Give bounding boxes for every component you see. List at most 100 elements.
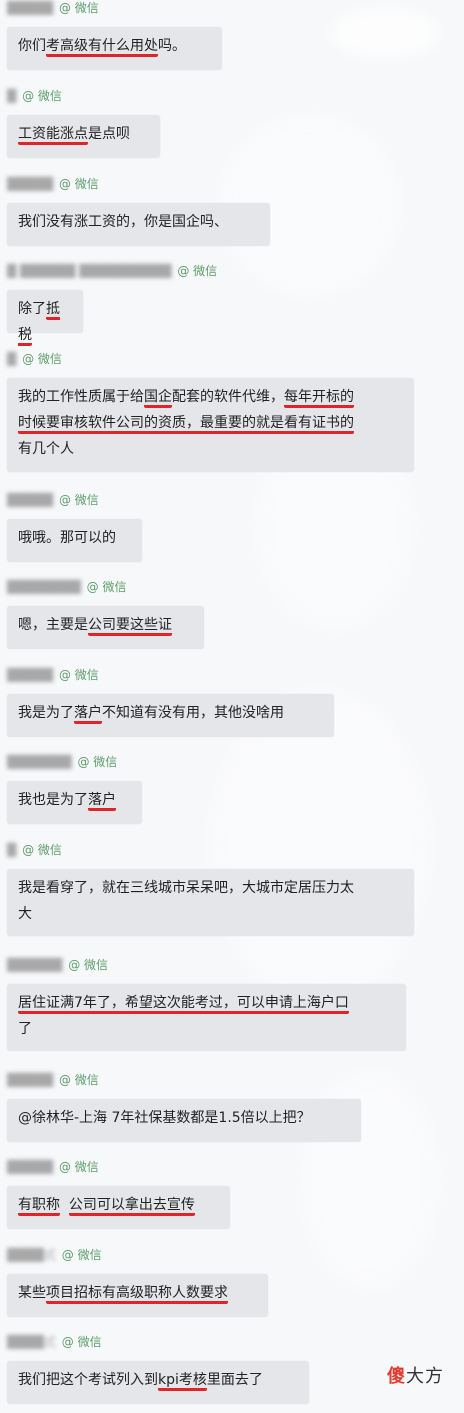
message-bubble: 我们没有涨工资的，你是国企吗、: [7, 203, 270, 246]
sender-name: █: [7, 843, 17, 857]
message-text: 不知道有没有用，其他没啥用: [102, 705, 284, 721]
message-text: 我是为了: [18, 705, 74, 721]
message-text: 是点呗: [88, 126, 130, 142]
message-meta: █ @ 微信: [7, 88, 62, 104]
message-bubble: 我是为了落户不知道有没有用，其他没啥用: [7, 694, 334, 737]
wechat-source-label: @ 微信: [61, 1248, 102, 1262]
message-bubble: 工资能涨点是点呗: [7, 115, 160, 158]
sender-name: █████: [7, 1160, 54, 1174]
message-bubble: 嗯，主要是公司要这些证: [7, 606, 204, 649]
message-meta: █ @ 微信: [7, 351, 62, 367]
sender-name: █████: [7, 493, 54, 507]
wechat-source-label: @ 微信: [58, 1, 99, 15]
message-bubble: 某些项目招标有高级职称人数要求: [7, 1274, 268, 1317]
message-text: 里面去了: [206, 1372, 263, 1388]
message-meta: ████式 @ 微信: [7, 1334, 102, 1350]
wechat-source-label: @ 微信: [68, 958, 109, 972]
message-bubble: 我们把这个考试列入到kpi考核里面去了: [7, 1361, 309, 1404]
message-line: 时候要审核软件公司的资质，最重要的就是看有证书的: [18, 410, 403, 436]
message-text: 我的工作性质属于给: [18, 389, 144, 405]
message-meta: █████ @ 微信: [7, 1072, 99, 1088]
underlined-text: 落户: [88, 792, 116, 811]
wechat-source-label: @ 微信: [58, 1073, 99, 1087]
sender-name: █████: [7, 177, 54, 191]
sender-name: █ ██████ ██████████: [7, 264, 172, 278]
underlined-text: 公司要这些证: [88, 617, 172, 636]
wechat-source-label: @ 微信: [22, 89, 62, 103]
sender-name: █: [7, 352, 17, 366]
message-meta: ██████ @ 微信: [7, 957, 108, 973]
watermark: 傻大方: [387, 1367, 444, 1387]
wechat-source-label: @ 微信: [58, 668, 99, 682]
message-line: 居住证满7年了，希望这次能考过，可以申请上海户口: [18, 990, 395, 1016]
underlined-text: 居住证满7年了，希望这次能考过，可以申请上海户口: [18, 995, 349, 1014]
sender-name: █████: [7, 1073, 54, 1087]
message-bubble: 我也是为了落户: [7, 781, 142, 824]
wechat-source-label: @ 微信: [77, 755, 118, 769]
underlined-text: kpi考核: [158, 1372, 207, 1391]
message-text: 我们把这个考试列入到: [18, 1372, 158, 1388]
underlined-text: 落户: [74, 705, 102, 724]
chat-feed: █████ @ 微信 你们考高级有什么用处吗。 █ @ 微信 工资能涨点是点呗 …: [0, 0, 464, 1413]
message-text: 某些: [18, 1285, 46, 1301]
message-bubble: 哦哦。那可以的: [7, 519, 142, 562]
wechat-source-label: @ 微信: [22, 352, 62, 366]
sender-name: █: [7, 89, 17, 103]
message-text: 了: [18, 1021, 32, 1037]
message-bubble: 有职称 公司可以拿出去宣传: [7, 1186, 230, 1229]
message-line: 大: [18, 901, 403, 927]
message-text: 吗。: [158, 38, 186, 54]
message-bubble: 除了抵税: [7, 290, 83, 346]
message-text: 我们没有涨工资的，你是国企吗、: [18, 214, 228, 230]
message-text: [60, 1197, 69, 1213]
message-line: 我是看穿了，就在三线城市呆呆吧，大城市定居压力太: [18, 875, 403, 901]
message-meta: █████ @ 微信: [7, 176, 99, 192]
message-bubble: 你们考高级有什么用处吗。: [7, 27, 222, 70]
message-meta: █████ @ 微信: [7, 0, 99, 16]
sender-name: ████式: [7, 1248, 56, 1262]
sender-name: █████: [7, 1, 54, 15]
message-meta: ████████ @ 微信: [7, 579, 126, 595]
message-text: 除了: [18, 301, 46, 317]
sender-name: ██████: [7, 958, 63, 972]
message-text: 哦哦。那可以的: [18, 530, 116, 546]
underlined-text: 工资能涨点: [18, 126, 88, 145]
message-text: 你们: [18, 38, 46, 54]
underlined-text: 考高级有什么用处: [46, 38, 158, 57]
wechat-source-label: @ 微信: [58, 493, 99, 507]
wechat-source-label: @ 微信: [86, 580, 127, 594]
message-bubble: 我的工作性质属于给国企配套的软件代维，每年开标的 时候要审核软件公司的资质，最重…: [7, 378, 414, 472]
message-text: 嗯，主要是: [18, 617, 88, 633]
wechat-source-label: @ 微信: [58, 177, 99, 191]
message-meta: █████ @ 微信: [7, 492, 99, 508]
message-meta: █ @ 微信: [7, 842, 62, 858]
underlined-text: 公司可以拿出去宣传: [68, 1197, 195, 1216]
message-text: 我也是为了: [18, 792, 88, 808]
message-text: 大: [18, 906, 32, 922]
message-line: 有几个人: [18, 436, 403, 462]
underlined-text: 有职称: [18, 1197, 60, 1216]
underlined-text: 时候要审核软件公司的资质，最重要的就是看有证书的: [18, 415, 354, 434]
watermark-first-char: 傻: [387, 1366, 406, 1387]
message-meta: █ ██████ ██████████ @ 微信: [7, 263, 217, 279]
underlined-text: 国企: [144, 389, 172, 408]
underlined-text: 每年开标的: [284, 389, 354, 408]
message-text: @徐林华-上海 7年社保基数都是1.5倍以上把？: [18, 1110, 311, 1126]
sender-name: ███████: [7, 755, 72, 769]
wechat-source-label: @ 微信: [177, 264, 218, 278]
sender-name: ████████: [7, 580, 81, 594]
message-meta: ████式 @ 微信: [7, 1247, 102, 1263]
wechat-source-label: @ 微信: [58, 1160, 99, 1174]
message-meta: █████ @ 微信: [7, 1159, 99, 1175]
message-line: 我的工作性质属于给国企配套的软件代维，每年开标的: [18, 384, 403, 410]
sender-name: ████式: [7, 1335, 56, 1349]
wechat-source-label: @ 微信: [61, 1335, 102, 1349]
sender-name: █████: [7, 668, 54, 682]
underlined-text: 项目招标有高级职称人数要求: [46, 1285, 228, 1304]
message-text: 配套的软件代维，: [172, 389, 284, 405]
message-bubble: 我是看穿了，就在三线城市呆呆吧，大城市定居压力太 大: [7, 869, 414, 936]
message-meta: █████ @ 微信: [7, 667, 99, 683]
message-meta: ███████ @ 微信: [7, 754, 117, 770]
message-bubble: @徐林华-上海 7年社保基数都是1.5倍以上把？: [7, 1099, 361, 1142]
message-bubble: 居住证满7年了，希望这次能考过，可以申请上海户口 了: [7, 984, 406, 1051]
